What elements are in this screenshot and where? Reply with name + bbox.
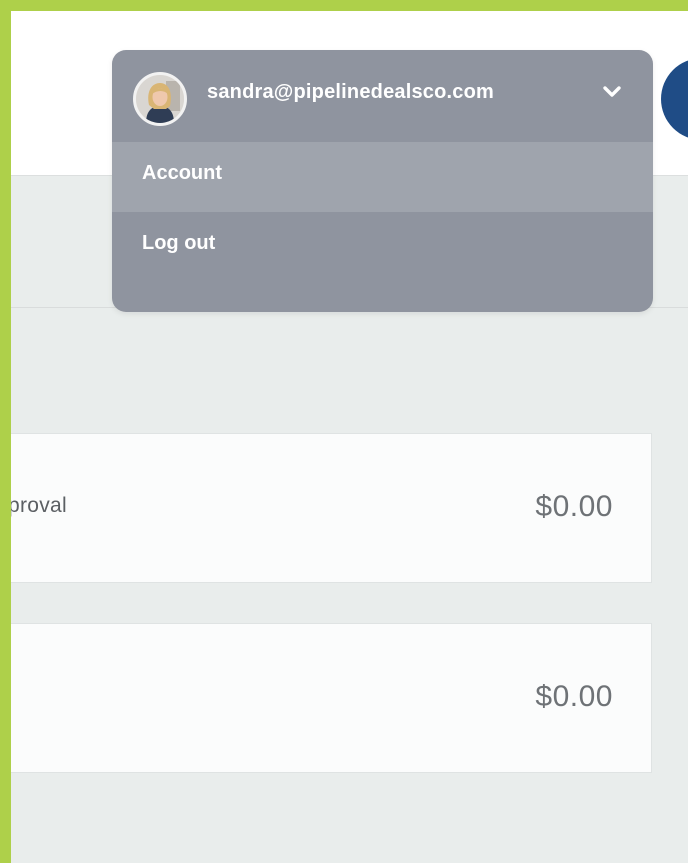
user-menu-dropdown: sandra@pipelinedealsco.com Account Log o…	[112, 50, 653, 312]
row-label: proval	[11, 494, 67, 517]
user-avatar-photo-icon	[136, 75, 184, 123]
summary-row[interactable]: $0.00	[11, 623, 652, 773]
user-menu-toggle[interactable]: sandra@pipelinedealsco.com	[112, 50, 653, 142]
row-amount: $0.00	[535, 680, 613, 713]
app-window: proval $0.00 $0.00 sandra@pipelinedealsc…	[11, 11, 688, 863]
avatar[interactable]	[133, 72, 187, 126]
menu-item-account[interactable]: Account	[112, 142, 653, 212]
menu-item-label: Log out	[142, 232, 216, 254]
menu-item-log-out[interactable]: Log out	[112, 212, 653, 282]
menu-item-label: Account	[142, 162, 222, 184]
user-email: sandra@pipelinedealsco.com	[207, 81, 495, 103]
chevron-down-icon[interactable]	[600, 80, 624, 104]
summary-row[interactable]: proval $0.00	[11, 433, 652, 583]
row-amount: $0.00	[535, 490, 613, 523]
